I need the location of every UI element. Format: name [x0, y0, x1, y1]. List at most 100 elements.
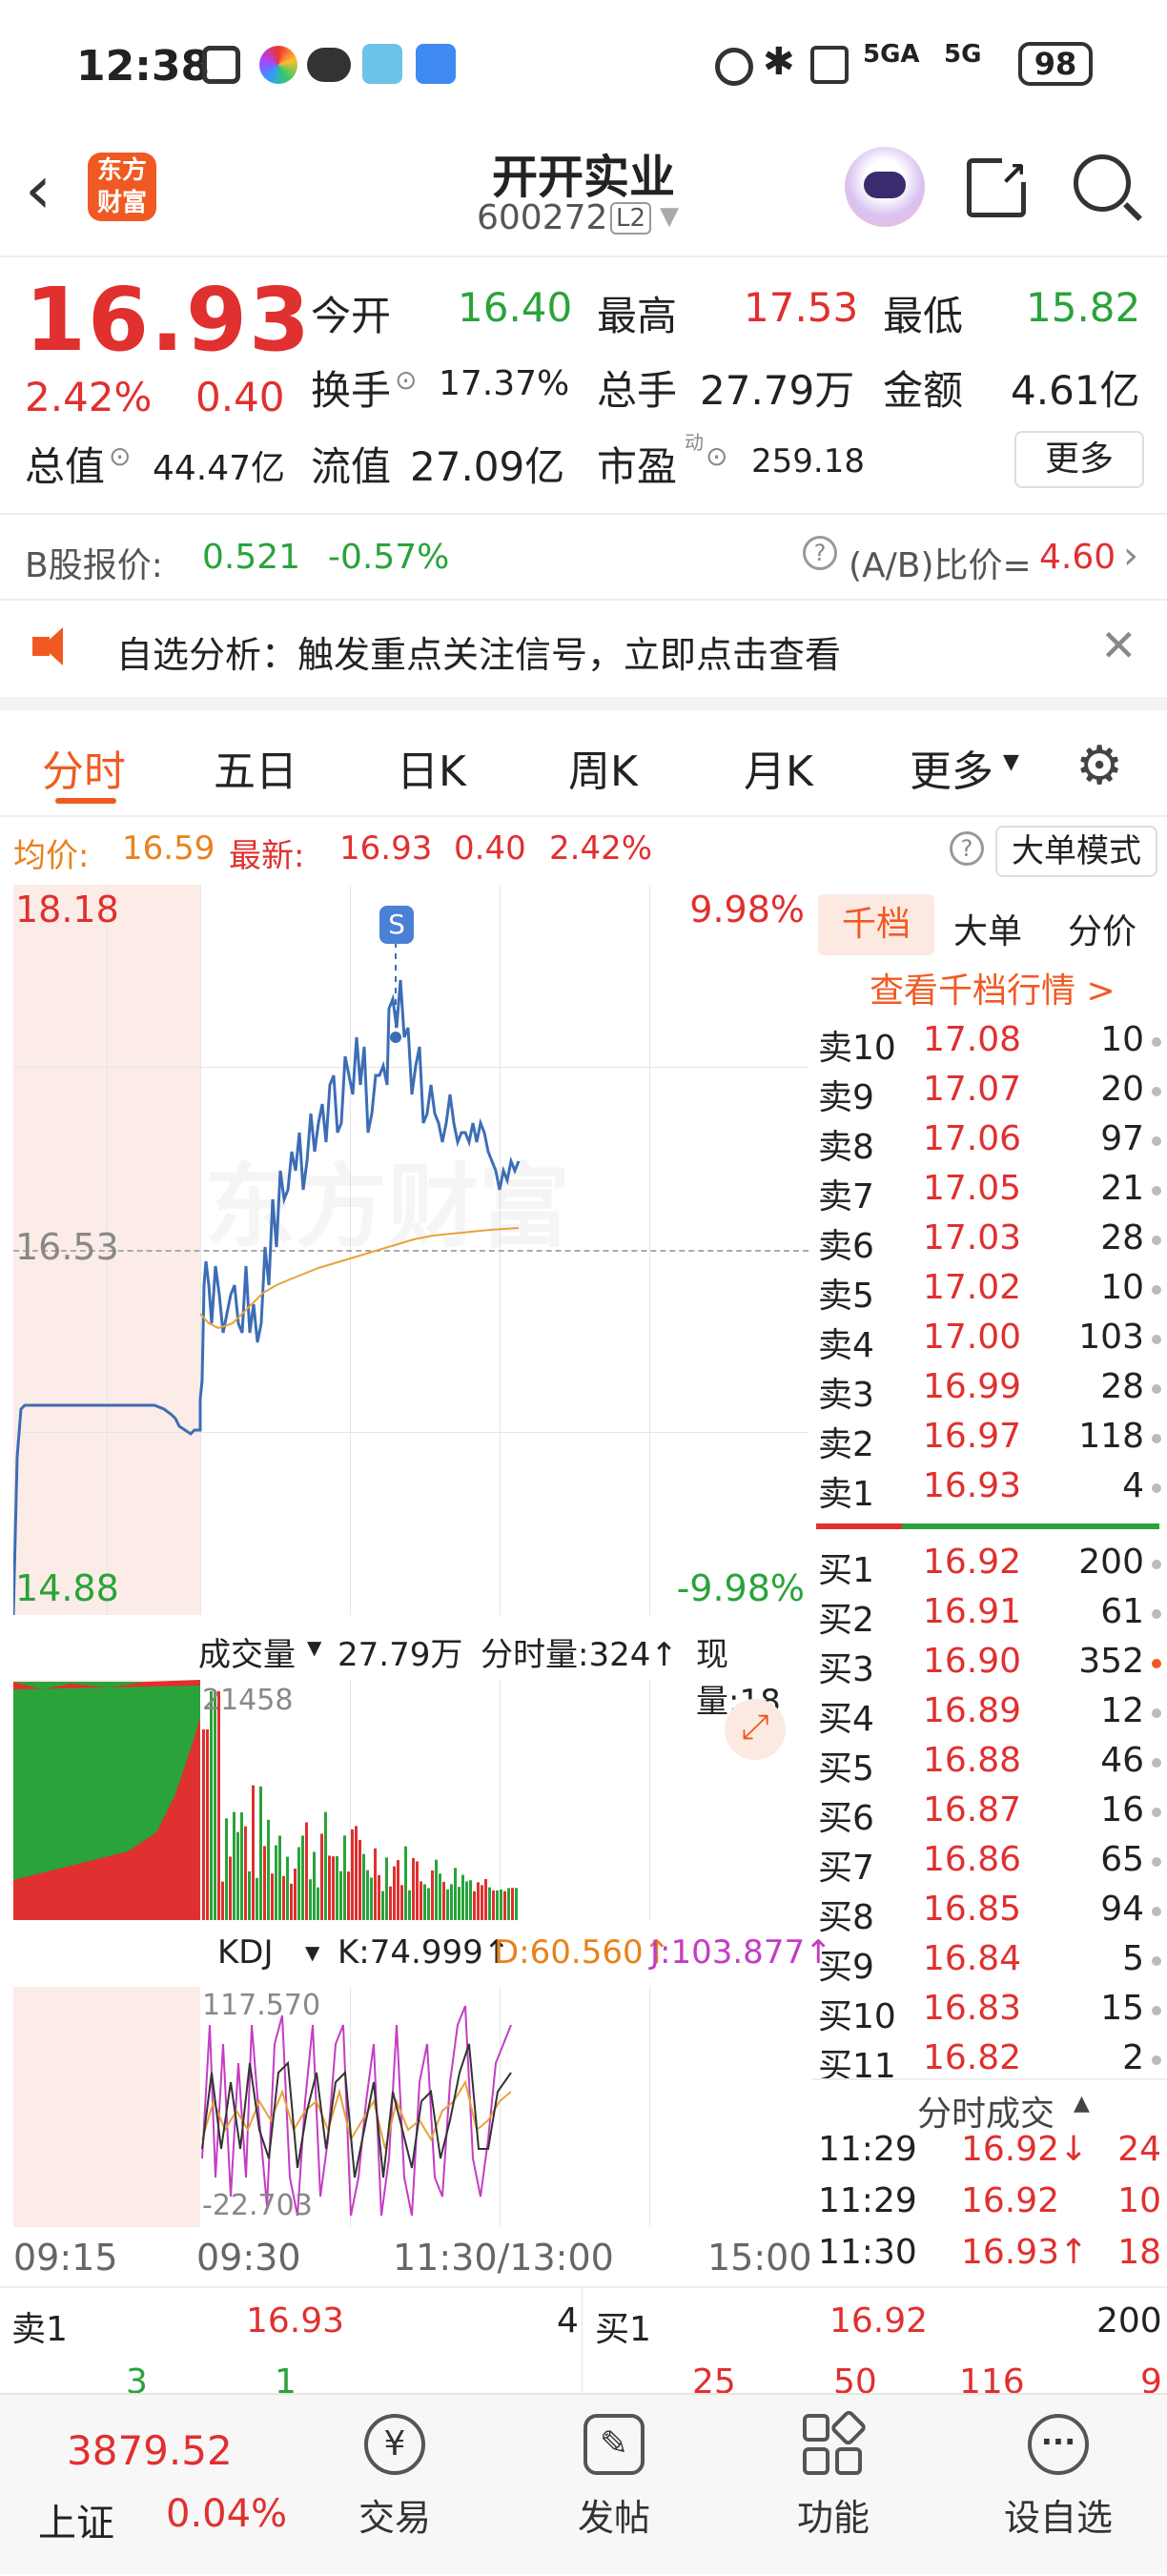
chevron-up-icon[interactable]: ▲	[1074, 2092, 1090, 2116]
back-arrow-icon[interactable]: ‹	[25, 151, 51, 229]
kdj-d-value: D:60.560↑	[494, 1933, 671, 1972]
bid-price: 16.88	[923, 1741, 1022, 1780]
b-share-price: 0.521	[202, 538, 301, 577]
activity-dot	[1152, 1609, 1161, 1619]
notice-banner[interactable]: 自选分析：触发重点关注信号，立即点击查看 ✕	[0, 601, 1167, 710]
chevron-down-icon[interactable]: ▼	[307, 1636, 321, 1659]
bid-price: 16.91	[923, 1592, 1022, 1631]
price-chart[interactable]: 东方财富 S 18.18 16.53 14.88 9.98% -9.98%	[13, 885, 809, 1615]
signal-marker[interactable]: S	[379, 906, 414, 944]
activity-dot	[1152, 1708, 1161, 1718]
kdj-chart[interactable]: 117.570 -22.703	[13, 1987, 809, 2227]
nav-functions[interactable]: 功能	[757, 2408, 910, 2541]
bid-row[interactable]: 买5 16.88 46	[818, 1741, 1161, 1790]
volume-header: 成交量 ▼ 27.79万 分时量:324↑ 现量:18	[0, 1621, 810, 1721]
reader-icon	[362, 44, 402, 84]
ask-row[interactable]: 卖2 16.97 118	[818, 1417, 1161, 1466]
info-icon[interactable]: ⊙	[706, 440, 727, 472]
tab-more[interactable]: 更多	[910, 737, 993, 798]
ask-volume: 28	[1100, 1218, 1144, 1257]
volume-tick: 分时量:324↑	[481, 1636, 678, 1674]
level-badge[interactable]: L2	[610, 202, 652, 235]
b-share-row[interactable]: B股报价: 0.521 -0.57% ? (A/B)比价= 4.60 ›	[0, 515, 1167, 601]
expand-icon[interactable]: ⤢	[725, 1699, 786, 1760]
bid-row[interactable]: 买3 16.90 352	[818, 1642, 1161, 1691]
ask-row[interactable]: 卖3 16.99 28	[818, 1367, 1161, 1417]
volume-label: 总手	[597, 367, 678, 414]
trade-price: 16.92	[961, 2181, 1060, 2220]
activity-dot	[1152, 1136, 1161, 1146]
tab-monthly-k[interactable]: 月K	[744, 737, 813, 798]
tab-daily-k[interactable]: 日K	[397, 737, 466, 798]
nav-post-label: 发帖	[577, 2497, 650, 2539]
more-button[interactable]: 更多	[1014, 431, 1144, 488]
chevron-down-icon[interactable]: ▼	[305, 1941, 319, 1964]
high-value: 17.53	[744, 284, 859, 331]
ask-price: 17.06	[923, 1119, 1022, 1158]
nav-add-watchlist[interactable]: ··· 设自选	[982, 2414, 1135, 2541]
bid-level-label: 买7	[818, 1849, 874, 1888]
close-icon[interactable]: ✕	[1100, 620, 1137, 671]
speaker-icon	[32, 627, 74, 665]
ask-row[interactable]: 卖10 17.08 10	[818, 1020, 1161, 1070]
kdj-indicator-select[interactable]: KDJ	[217, 1933, 274, 1972]
activity-dot	[1152, 1857, 1161, 1867]
ask-row[interactable]: 卖8 17.06 97	[818, 1119, 1161, 1169]
bid-row[interactable]: 买6 16.87 16	[818, 1790, 1161, 1840]
share-icon[interactable]: ↗	[967, 153, 1031, 217]
bid-level-label: 买4	[818, 1700, 874, 1739]
volume-indicator-select[interactable]: 成交量	[198, 1628, 296, 1675]
mktcap-label: 总值	[25, 443, 106, 490]
tab-weekly-k[interactable]: 周K	[568, 737, 638, 798]
chevron-down-icon[interactable]: ▼	[1003, 750, 1019, 774]
ask-price: 16.93	[923, 1466, 1022, 1505]
ask-row[interactable]: 卖7 17.05 21	[818, 1169, 1161, 1218]
trade-ticks: 分时成交 ▲ 11:29 16.92↓ 24 11:29 16.92 10 11:30 16.…	[812, 2078, 1167, 2286]
trades-title[interactable]: 分时成交	[917, 2086, 1054, 2136]
pe-dynamic-mark: 动	[685, 431, 704, 454]
bid-row[interactable]: 买1 16.92 200	[818, 1543, 1161, 1592]
nav-trade[interactable]: ¥ 交易	[318, 2414, 471, 2541]
ask-row[interactable]: 卖5 17.02 10	[818, 1268, 1161, 1318]
info-icon[interactable]: ⊙	[395, 364, 417, 396]
ask-row[interactable]: 卖6 17.03 28	[818, 1218, 1161, 1268]
info-icon[interactable]: ⊙	[109, 440, 131, 472]
tab-large-orders[interactable]: 大单	[953, 904, 1022, 953]
depth-link[interactable]: 查看千档行情 >	[870, 963, 1116, 1012]
nav-functions-label: 功能	[796, 2497, 870, 2539]
large-order-mode-button[interactable]: 大单模式	[995, 826, 1157, 877]
ask-level-label: 卖4	[818, 1326, 874, 1365]
logo-text-1: 东方	[96, 156, 147, 185]
bid-row[interactable]: 买2 16.91 61	[818, 1592, 1161, 1642]
trade-time: 11:30	[818, 2233, 917, 2272]
bid-row[interactable]: 买10 16.83 15	[818, 1989, 1161, 2038]
gear-icon[interactable]: ⚙	[1075, 735, 1123, 797]
volume-chart[interactable]: 21458 ⤢	[13, 1680, 809, 1920]
tab-depth[interactable]: 千档	[818, 894, 934, 955]
trade-row: 11:29 16.92 10	[818, 2181, 1161, 2231]
nav-post[interactable]: ✎ 发帖	[538, 2414, 690, 2541]
tab-price-distribution[interactable]: 分价	[1068, 904, 1136, 953]
assistant-avatar-icon[interactable]	[845, 147, 925, 227]
tab-intraday[interactable]: 分时	[42, 737, 126, 798]
help-icon[interactable]: ?	[950, 831, 984, 866]
bid-row[interactable]: 买7 16.86 65	[818, 1840, 1161, 1890]
ask-row[interactable]: 卖9 17.07 20	[818, 1070, 1161, 1119]
chevron-down-icon[interactable]: ▼	[660, 202, 679, 231]
index-widget[interactable]: 3879.52 上证 0.04%	[19, 2395, 305, 2576]
ask-row[interactable]: 卖1 16.93 4	[818, 1466, 1161, 1516]
search-icon[interactable]	[1074, 154, 1142, 221]
bid-volume: 2	[1122, 2038, 1144, 2077]
tab-five-day[interactable]: 五日	[214, 737, 297, 798]
ask-row[interactable]: 卖4 17.00 103	[818, 1318, 1161, 1367]
bid-row[interactable]: 买9 16.84 5	[818, 1939, 1161, 1989]
bid-volume: 46	[1100, 1741, 1144, 1780]
bid-level-label: 买6	[818, 1799, 874, 1838]
activity-dot	[1152, 1434, 1161, 1443]
help-icon[interactable]: ?	[803, 536, 837, 570]
ask-volume: 103	[1078, 1318, 1144, 1357]
bid-row[interactable]: 买4 16.89 12	[818, 1691, 1161, 1741]
signal-5ga: 5GA	[863, 40, 920, 69]
buy1-volume: 200	[1096, 2301, 1162, 2341]
bid-row[interactable]: 买8 16.85 94	[818, 1890, 1161, 1939]
